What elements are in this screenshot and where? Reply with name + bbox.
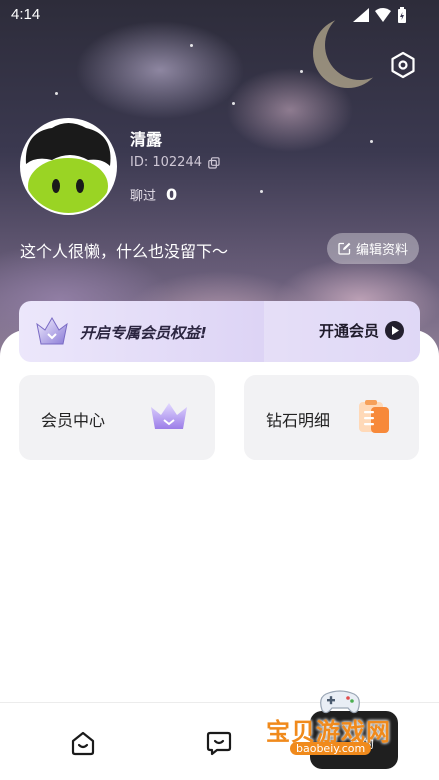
star-decoration (232, 102, 235, 105)
clipboard-icon (359, 400, 389, 433)
chat-count: 0 (166, 185, 178, 204)
vip-banner-title: 开启专属会员权益! (80, 324, 207, 342)
vip-crown-icon (36, 317, 68, 345)
status-icons (353, 7, 407, 23)
diamond-detail-card[interactable]: 钻石明细 (244, 375, 419, 460)
avatar-character-icon (22, 120, 115, 213)
edit-profile-button[interactable]: 编辑资料 (327, 233, 419, 264)
nav-home-button[interactable] (69, 729, 97, 757)
play-arrow-icon (385, 321, 404, 340)
watermark-logo: 宝贝游戏网 baobeiy.com (258, 688, 408, 768)
home-smile-icon (71, 731, 95, 756)
status-time: 4:14 (11, 6, 41, 23)
watermark-url: baobeiy.com (290, 742, 372, 755)
diamond-detail-label: 钻石明细 (266, 411, 331, 430)
nav-messages-button[interactable] (205, 729, 233, 757)
star-decoration (260, 190, 263, 193)
crown-icon (151, 403, 187, 429)
nickname: 清露 (130, 130, 163, 149)
status-bar: 4:14 (0, 0, 439, 32)
user-id-row: ID: 102244 (130, 155, 220, 170)
user-id-text: ID: 102244 (130, 155, 202, 170)
open-vip-label: 开通会员 (318, 322, 379, 340)
copy-icon[interactable] (208, 156, 220, 169)
avatar[interactable] (20, 118, 117, 215)
chat-count-row: 聊过 0 (130, 185, 177, 204)
signal-icon (353, 8, 369, 22)
battery-icon (398, 7, 406, 23)
vip-center-card[interactable]: 会员中心 (19, 375, 215, 460)
wifi-icon (375, 8, 391, 22)
star-decoration (300, 70, 303, 73)
vip-center-label: 会员中心 (41, 411, 106, 430)
chat-label: 聊过 (130, 189, 157, 204)
star-decoration (370, 140, 373, 143)
star-decoration (190, 44, 193, 47)
open-vip-button[interactable]: 开通会员 (319, 320, 404, 341)
edit-profile-label: 编辑资料 (355, 243, 408, 258)
settings-hexagon-icon (391, 51, 415, 79)
bio-text: 这个人很懒，什么也没留下～ (20, 242, 229, 261)
message-smile-icon (206, 731, 232, 756)
settings-button[interactable] (389, 51, 417, 79)
edit-icon (338, 242, 351, 255)
vip-banner[interactable]: 开启专属会员权益! 开通会员 (19, 301, 420, 362)
star-decoration (55, 92, 58, 95)
